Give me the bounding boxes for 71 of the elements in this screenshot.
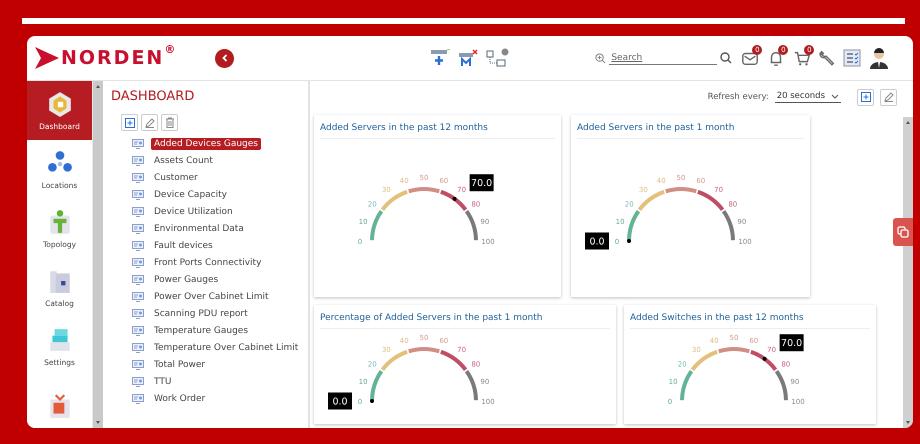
add-button[interactable] xyxy=(121,114,138,131)
edit-button[interactable] xyxy=(141,114,158,131)
tree-item[interactable]: Work Order xyxy=(151,392,208,404)
copy-icon xyxy=(897,226,909,238)
report-icon xyxy=(132,190,144,200)
value-tooltip: 0.0 xyxy=(585,232,609,250)
wrench-icon[interactable] xyxy=(818,49,836,67)
tree-item[interactable]: Power Gauges xyxy=(151,274,222,286)
tree-item[interactable]: TTU xyxy=(151,376,174,388)
add-button[interactable] xyxy=(857,88,874,106)
tree-item[interactable]: Temperature Over Cabinet Limit xyxy=(151,342,302,354)
report-icon xyxy=(132,342,144,352)
edit-button[interactable] xyxy=(880,88,897,106)
copy-button[interactable] xyxy=(893,218,913,246)
tree-item[interactable]: Customer xyxy=(151,172,201,184)
report-icon xyxy=(132,138,144,148)
report-icon xyxy=(132,308,144,318)
add-device-icon[interactable] xyxy=(429,49,452,67)
report-icon xyxy=(132,224,144,234)
delete-button[interactable] xyxy=(161,114,178,131)
checklist-icon[interactable] xyxy=(842,48,862,68)
refresh-select[interactable]: 20 seconds xyxy=(774,91,841,103)
report-icon xyxy=(132,258,144,268)
report-icon xyxy=(132,274,144,284)
zoom-in-icon xyxy=(595,52,606,64)
report-icon xyxy=(132,376,144,386)
report-icon xyxy=(132,394,144,404)
card-title: Percentage of Added Servers in the past 1 month xyxy=(320,305,610,329)
tree-item[interactable]: Fault devices xyxy=(151,240,216,252)
network-icon[interactable] xyxy=(485,48,510,68)
card-title: Added Switches in the past 12 months xyxy=(630,305,870,329)
tree-item[interactable]: Scanning PDU report xyxy=(151,308,251,320)
plus-icon xyxy=(860,92,870,102)
plus-icon xyxy=(124,118,134,128)
avatar-icon[interactable] xyxy=(868,47,890,69)
tree-item[interactable]: Device Capacity xyxy=(151,188,230,200)
value-tooltip: 70.0 xyxy=(780,334,804,352)
report-icon xyxy=(132,326,144,336)
refresh-label: Refresh every: xyxy=(708,92,769,102)
tree-item[interactable]: Power Over Cabinet Limit xyxy=(151,290,272,302)
panel-title: DASHBOARD xyxy=(111,89,196,104)
scrollbar[interactable] xyxy=(903,117,913,428)
value-tooltip: 0.0 xyxy=(328,392,352,410)
search-icon[interactable] xyxy=(720,52,732,64)
pencil-icon xyxy=(884,92,894,102)
chevron-left-icon xyxy=(220,54,229,62)
report-icon xyxy=(132,292,144,302)
report-icon xyxy=(132,206,144,216)
report-icon xyxy=(132,156,144,166)
tree-item[interactable]: Total Power xyxy=(151,358,208,370)
tree-item[interactable]: Environmental Data xyxy=(151,222,247,234)
value-tooltip: 70.0 xyxy=(470,174,494,192)
scrollbar[interactable] xyxy=(92,81,103,428)
device-status-icon[interactable] xyxy=(457,49,480,67)
tree-item[interactable]: Added Devices Gauges xyxy=(151,138,261,150)
tree-item[interactable]: Front Ports Connectivity xyxy=(151,256,264,268)
report-icon xyxy=(132,172,144,182)
chevron-down-icon xyxy=(831,94,839,98)
trash-icon xyxy=(164,117,174,128)
logo-arrow-icon xyxy=(35,47,59,69)
collapse-button[interactable] xyxy=(215,48,234,68)
tree-item[interactable]: Temperature Gauges xyxy=(151,324,252,336)
tree-item[interactable]: Assets Count xyxy=(151,154,216,166)
card-title: Added Servers in the past 1 month xyxy=(577,115,804,139)
pencil-icon xyxy=(144,118,154,128)
tree-item[interactable]: Device Utilization xyxy=(151,206,236,218)
card-title: Added Servers in the past 12 months xyxy=(320,115,555,139)
search-field[interactable]: Search xyxy=(609,52,718,64)
report-icon xyxy=(132,240,144,250)
report-icon xyxy=(132,360,144,370)
logo: NORDEN$^{®}$ xyxy=(61,47,178,69)
